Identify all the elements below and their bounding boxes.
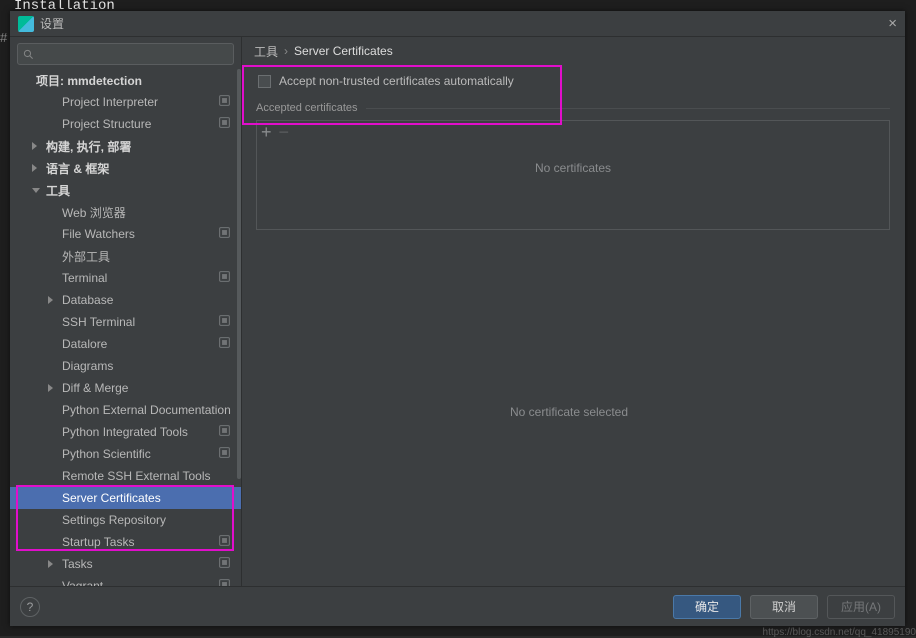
checkbox-label: Accept non-trusted certificates automati… — [279, 74, 514, 88]
tree-item[interactable]: Project Interpreter — [10, 91, 241, 113]
sidebar: 项目: mmdetection Project Interpreter Proje… — [10, 37, 242, 586]
tree-item[interactable]: Database — [10, 289, 241, 311]
divider — [366, 108, 891, 109]
breadcrumb: 工具 › Server Certificates — [248, 37, 890, 65]
project-scope-icon — [218, 556, 231, 572]
tree-label: 项目: mmdetection — [36, 72, 142, 89]
project-scope-icon — [218, 314, 231, 330]
tree-item[interactable]: Settings Repository — [10, 509, 241, 531]
search-input[interactable] — [17, 43, 234, 65]
content-panel: 工具 › Server Certificates Accept non-trus… — [242, 37, 905, 586]
tree-item[interactable]: Python Scientific — [10, 443, 241, 465]
tree-label: File Watchers — [62, 227, 135, 241]
tree-label: Web 浏览器 — [62, 204, 126, 221]
tree-item[interactable]: File Watchers — [10, 223, 241, 245]
dialog-title: 设置 — [40, 15, 64, 32]
tree-item[interactable]: 语言 & 框架 — [10, 157, 241, 179]
breadcrumb-current: Server Certificates — [294, 44, 393, 58]
tree-item[interactable]: SSH Terminal — [10, 311, 241, 333]
chevron-right-icon: › — [284, 44, 288, 58]
tree-item[interactable]: 工具 — [10, 179, 241, 201]
tree-item[interactable]: Diagrams — [10, 355, 241, 377]
tree-label: 工具 — [46, 182, 70, 199]
accept-nontrusted-row[interactable]: Accept non-trusted certificates automati… — [248, 65, 890, 96]
tree-item[interactable]: Server Certificates — [10, 487, 241, 509]
chevron-right-icon[interactable] — [32, 164, 58, 172]
tree-label: Server Certificates — [62, 491, 161, 505]
close-icon[interactable]: × — [888, 15, 897, 32]
tree-label: Settings Repository — [62, 513, 166, 527]
tree-label: Vagrant — [62, 579, 103, 586]
project-scope-icon — [218, 270, 231, 286]
tree-item[interactable]: Datalore — [10, 333, 241, 355]
tree-label: Python External Documentation — [62, 403, 231, 417]
no-selection-label: No certificate selected — [248, 405, 890, 419]
certificates-list: + − No certificates — [256, 120, 890, 230]
search-field[interactable] — [34, 46, 228, 62]
settings-tree: 项目: mmdetection Project Interpreter Proje… — [10, 69, 241, 586]
footer: ? 确定 取消 应用(A) — [10, 586, 905, 626]
project-scope-icon — [218, 94, 231, 110]
tree-item[interactable]: Diff & Merge — [10, 377, 241, 399]
project-scope-icon — [218, 116, 231, 132]
apply-button: 应用(A) — [827, 595, 895, 619]
tree-label: SSH Terminal — [62, 315, 135, 329]
tree-item[interactable]: Project Structure — [10, 113, 241, 135]
tree-item[interactable]: 外部工具 — [10, 245, 241, 267]
section-header: Accepted certificates — [256, 102, 890, 114]
empty-list-label: No certificates — [257, 161, 889, 175]
chevron-right-icon[interactable] — [48, 560, 74, 568]
accepted-certs-label: Accepted certificates — [256, 102, 358, 114]
tree-item[interactable]: 构建, 执行, 部署 — [10, 135, 241, 157]
remove-icon: − — [279, 125, 290, 139]
help-button[interactable]: ? — [20, 597, 40, 617]
chevron-right-icon[interactable] — [48, 296, 74, 304]
tree-item[interactable]: Terminal — [10, 267, 241, 289]
project-header[interactable]: 项目: mmdetection — [10, 69, 241, 91]
tree-item[interactable]: Python Integrated Tools — [10, 421, 241, 443]
tree-label: 构建, 执行, 部署 — [46, 138, 131, 155]
project-scope-icon — [218, 424, 231, 440]
project-scope-icon — [218, 446, 231, 462]
chevron-down-icon[interactable] — [32, 188, 40, 193]
tree-label: Project Interpreter — [62, 95, 158, 109]
ok-button[interactable]: 确定 — [673, 595, 741, 619]
tree-label: Remote SSH External Tools — [62, 469, 211, 483]
tree-item[interactable]: Startup Tasks — [10, 531, 241, 553]
tree-item[interactable]: Web 浏览器 — [10, 201, 241, 223]
cert-toolbar: + − — [257, 121, 889, 143]
tree-item[interactable]: Python External Documentation — [10, 399, 241, 421]
breadcrumb-root[interactable]: 工具 — [254, 43, 278, 60]
tree-label: Python Integrated Tools — [62, 425, 188, 439]
titlebar: 设置 × — [10, 11, 905, 37]
panel-top: Accept non-trusted certificates automati… — [248, 65, 890, 114]
checkbox[interactable] — [258, 75, 271, 88]
chevron-right-icon[interactable] — [48, 384, 74, 392]
tree-label: Terminal — [62, 271, 107, 285]
chevron-right-icon[interactable] — [32, 142, 58, 150]
watermark: https://blog.csdn.net/qq_41895190 — [763, 627, 916, 638]
project-scope-icon — [218, 578, 231, 586]
tree-item[interactable]: Vagrant — [10, 575, 241, 586]
tree-label: Datalore — [62, 337, 107, 351]
cancel-button[interactable]: 取消 — [750, 595, 818, 619]
tree-item[interactable]: Tasks — [10, 553, 241, 575]
background-decor: # — [0, 30, 7, 45]
app-icon — [18, 16, 34, 32]
tree-label: Startup Tasks — [62, 535, 134, 549]
tree-label: Diagrams — [62, 359, 113, 373]
tree-label: Python Scientific — [62, 447, 151, 461]
scrollbar[interactable] — [237, 69, 241, 479]
tree-label: Project Structure — [62, 117, 151, 131]
project-scope-icon — [218, 534, 231, 550]
tree-label: 外部工具 — [62, 248, 110, 265]
add-icon[interactable]: + — [261, 125, 272, 139]
search-icon — [23, 49, 34, 60]
tree-item[interactable]: Remote SSH External Tools — [10, 465, 241, 487]
project-scope-icon — [218, 226, 231, 242]
project-scope-icon — [218, 336, 231, 352]
settings-dialog: 设置 × 项目: mmdetection Project Interpreter… — [10, 11, 905, 626]
